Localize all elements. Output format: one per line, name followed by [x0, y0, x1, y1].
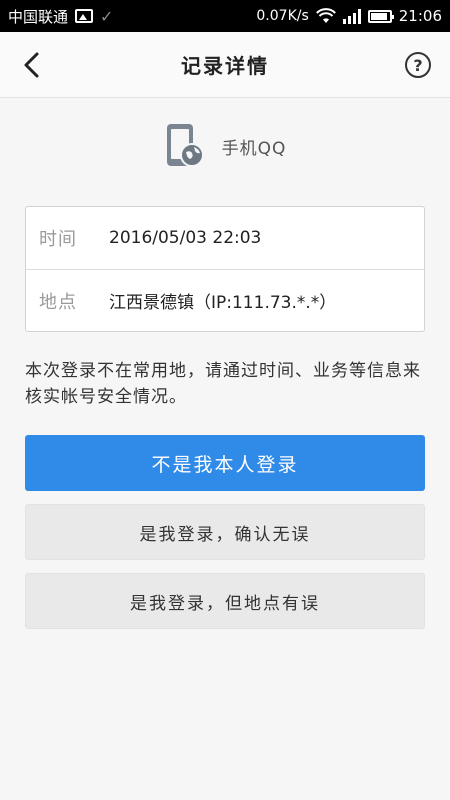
- network-speed: 0.07K/s: [256, 8, 309, 24]
- page-title: 记录详情: [181, 54, 269, 78]
- back-arrow-icon[interactable]: [18, 49, 48, 81]
- not-me-button[interactable]: 不是我本人登录: [25, 435, 425, 491]
- location-value: 江西景德镇（IP:111.73.*.*）: [109, 293, 337, 313]
- top-nav-bar: 记录详情 ?: [0, 32, 450, 98]
- signal-icon: [342, 8, 361, 24]
- wrong-location-button[interactable]: 是我登录，但地点有误: [25, 573, 425, 629]
- mobile-globe-icon: [166, 124, 204, 167]
- help-button[interactable]: ?: [405, 52, 431, 78]
- check-icon: ✓: [100, 6, 114, 26]
- location-label: 地点: [39, 291, 77, 313]
- photo-icon: [75, 9, 94, 23]
- battery-icon: [367, 9, 394, 23]
- carrier-label: 中国联通: [8, 7, 69, 26]
- status-bar-left: 中国联通 ✓: [8, 6, 113, 27]
- wifi-icon: [315, 8, 336, 23]
- clock: 21:06: [398, 7, 442, 25]
- status-bar: 中国联通 ✓ 0.07K/s 21:06: [0, 0, 450, 32]
- app-info-row: 手机QQ: [0, 122, 450, 170]
- confirm-login-button[interactable]: 是我登录，确认无误: [25, 504, 425, 560]
- status-bar-right: 0.07K/s 21:06: [256, 7, 442, 25]
- security-notice: 本次登录不在常用地，请通过时间、业务等信息来核实帐号安全情况。: [25, 361, 421, 407]
- time-value: 2016/05/03 22:03: [109, 228, 262, 248]
- time-row: 时间 2016/05/03 22:03: [26, 207, 424, 269]
- help-icon: ?: [413, 55, 423, 75]
- time-label: 时间: [39, 229, 77, 250]
- login-record-card: 时间 2016/05/03 22:03 地点 江西景德镇（IP:111.73.*…: [25, 206, 425, 332]
- location-row: 地点 江西景德镇（IP:111.73.*.*）: [26, 269, 424, 331]
- app-name: 手机QQ: [221, 138, 287, 159]
